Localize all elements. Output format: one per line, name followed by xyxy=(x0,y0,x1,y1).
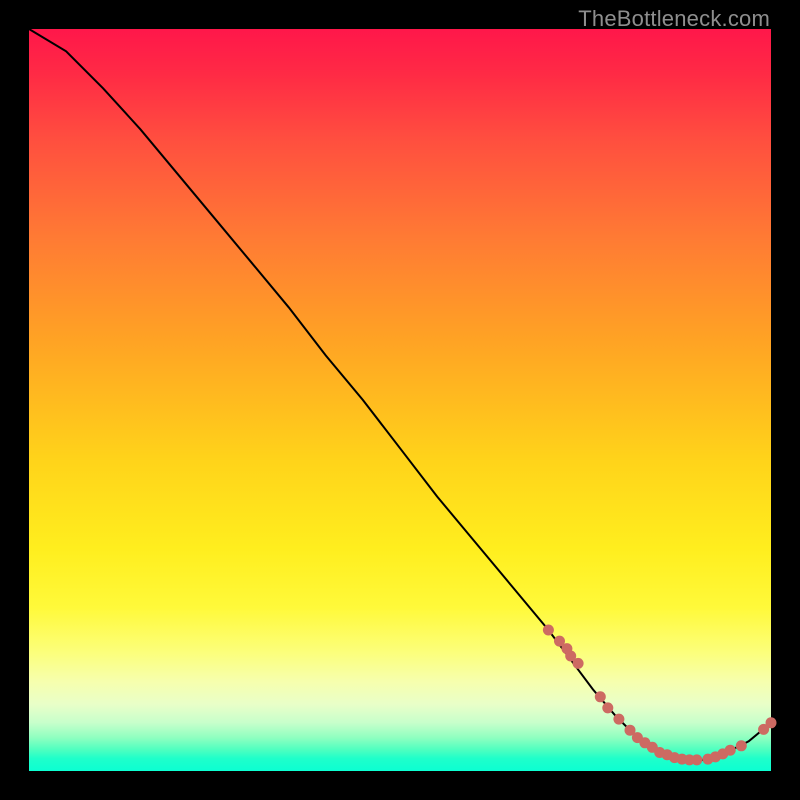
highlight-dot xyxy=(691,754,702,765)
highlight-dot xyxy=(766,717,777,728)
highlight-dots-group xyxy=(543,625,777,766)
highlight-dot xyxy=(543,625,554,636)
curve-overlay xyxy=(29,29,771,771)
highlight-dot xyxy=(736,740,747,751)
highlight-dot xyxy=(725,745,736,756)
highlight-dot xyxy=(602,702,613,713)
highlight-dot xyxy=(595,691,606,702)
highlight-dot xyxy=(613,714,624,725)
bottleneck-curve xyxy=(29,29,771,760)
highlight-dot xyxy=(573,658,584,669)
